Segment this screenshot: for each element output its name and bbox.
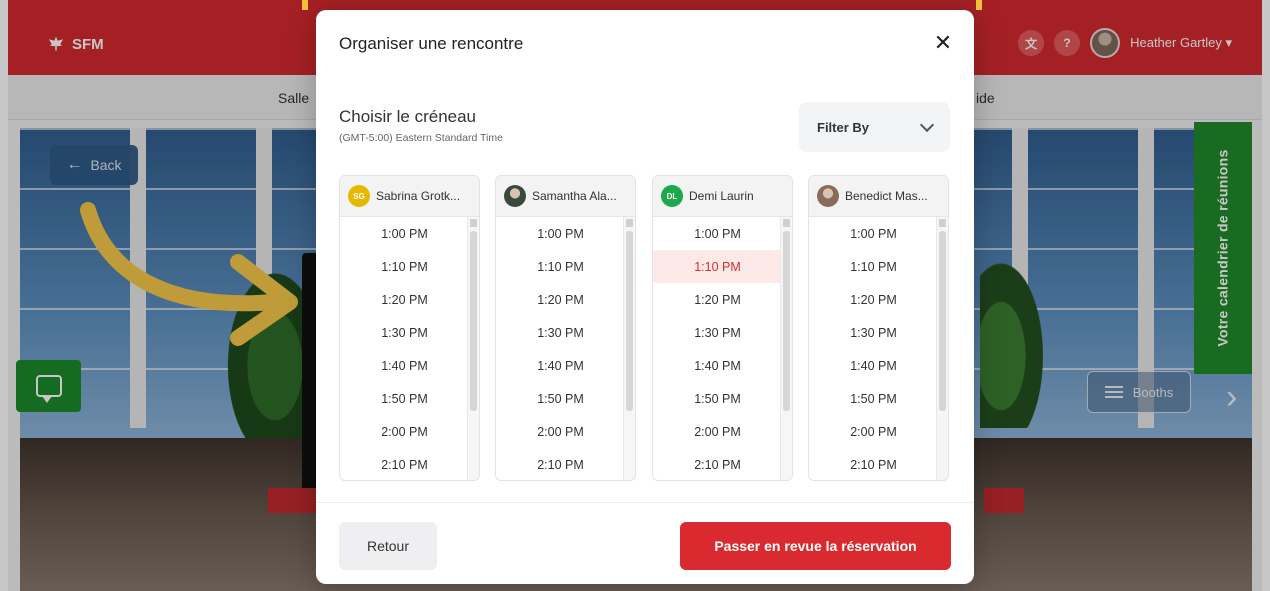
timezone-label: (GMT-5:00) Eastern Standard Time [339, 132, 503, 144]
time-slot[interactable]: 2:00 PM [653, 415, 782, 448]
scrollbar[interactable] [936, 217, 948, 480]
time-slot-list: 1:00 PM 1:10 PM 1:20 PM 1:30 PM 1:40 PM 1:50 … [340, 217, 469, 480]
scrollbar-thumb[interactable] [939, 231, 946, 411]
attendee-initials-badge: SG [348, 185, 370, 207]
attendee-header: Benedict Mas... [809, 176, 948, 217]
time-slot[interactable]: 1:40 PM [809, 349, 938, 382]
time-slot[interactable]: 1:40 PM [653, 349, 782, 382]
dialog-header: Organiser une rencontre ✕ [316, 10, 974, 76]
time-slot[interactable]: 1:20 PM [809, 283, 938, 316]
filter-dropdown[interactable]: Filter By [799, 102, 950, 152]
attendee-column: Samantha Ala... 1:00 PM 1:10 PM 1:20 PM 1:30… [495, 175, 636, 481]
time-slot[interactable]: 1:30 PM [809, 316, 938, 349]
scroll-up-icon[interactable] [783, 219, 790, 227]
scrollbar-thumb[interactable] [626, 231, 633, 411]
time-slot[interactable]: 1:00 PM [653, 217, 782, 250]
time-slot[interactable]: 1:10 PM [340, 250, 469, 283]
time-slot[interactable]: 2:00 PM [340, 415, 469, 448]
attendee-name: Sabrina Grotk... [376, 189, 461, 203]
attendee-name: Benedict Mas... [845, 189, 928, 203]
dialog-footer: Retour Passer en revue la réservation [316, 502, 974, 584]
avatar [504, 185, 526, 207]
time-slot[interactable]: 1:10 PM [653, 250, 782, 283]
time-slot[interactable]: 1:50 PM [809, 382, 938, 415]
scroll-up-icon[interactable] [470, 219, 477, 227]
time-slot[interactable]: 1:10 PM [496, 250, 625, 283]
dialog-title: Organiser une rencontre [339, 34, 524, 53]
time-slot[interactable]: 1:30 PM [340, 316, 469, 349]
time-slot[interactable]: 2:00 PM [496, 415, 625, 448]
time-slot-list: 1:00 PM 1:10 PM 1:20 PM 1:30 PM 1:40 PM 1:50 … [653, 217, 782, 480]
avatar [817, 185, 839, 207]
attendee-column: DL Demi Laurin 1:00 PM 1:10 PM 1:20 PM 1:30 P… [652, 175, 793, 481]
time-slot[interactable]: 1:00 PM [496, 217, 625, 250]
chevron-down-icon [919, 117, 935, 132]
time-slot[interactable]: 1:20 PM [653, 283, 782, 316]
time-slot-list: 1:00 PM 1:10 PM 1:20 PM 1:30 PM 1:40 PM 1:50 … [809, 217, 938, 480]
time-slot-list: 1:00 PM 1:10 PM 1:20 PM 1:30 PM 1:40 PM 1:50 … [496, 217, 625, 480]
attendee-header: Samantha Ala... [496, 176, 635, 217]
attendee-initials-badge: DL [661, 185, 683, 207]
time-slot[interactable]: 2:10 PM [496, 448, 625, 480]
attendee-name: Samantha Ala... [532, 189, 617, 203]
time-slot[interactable]: 1:00 PM [809, 217, 938, 250]
filter-label: Filter By [817, 119, 870, 135]
time-slot[interactable]: 1:30 PM [653, 316, 782, 349]
time-slot[interactable]: 1:50 PM [496, 382, 625, 415]
scrollbar-thumb[interactable] [783, 231, 790, 411]
scroll-up-icon[interactable] [939, 219, 946, 227]
scroll-up-icon[interactable] [626, 219, 633, 227]
time-slot[interactable]: 1:00 PM [340, 217, 469, 250]
section-title: Choisir le créneau [339, 107, 477, 126]
time-slot[interactable]: 1:50 PM [653, 382, 782, 415]
frame-edge [302, 0, 308, 10]
frame-edge [976, 0, 982, 10]
scrollbar[interactable] [780, 217, 792, 480]
review-booking-button[interactable]: Passer en revue la réservation [680, 522, 951, 570]
attendee-name: Demi Laurin [689, 189, 754, 203]
attendee-column: Benedict Mas... 1:00 PM 1:10 PM 1:20 PM 1:30… [808, 175, 949, 481]
time-slot[interactable]: 1:50 PM [340, 382, 469, 415]
scrollbar-thumb[interactable] [470, 231, 477, 411]
scrollbar[interactable] [623, 217, 635, 480]
time-slot[interactable]: 1:20 PM [496, 283, 625, 316]
close-icon[interactable]: ✕ [932, 32, 954, 54]
attendee-column: SG Sabrina Grotk... 1:00 PM 1:10 PM 1:20 PM 1… [339, 175, 480, 481]
back-button[interactable]: Retour [339, 522, 437, 570]
time-slot[interactable]: 1:30 PM [496, 316, 625, 349]
time-slot[interactable]: 1:40 PM [496, 349, 625, 382]
attendee-header: SG Sabrina Grotk... [340, 176, 479, 217]
time-slot[interactable]: 2:00 PM [809, 415, 938, 448]
scrollbar[interactable] [467, 217, 479, 480]
time-slot[interactable]: 1:20 PM [340, 283, 469, 316]
time-slot[interactable]: 2:10 PM [340, 448, 469, 480]
attendee-header: DL Demi Laurin [653, 176, 792, 217]
time-slot[interactable]: 1:40 PM [340, 349, 469, 382]
schedule-meeting-dialog: Organiser une rencontre ✕ Choisir le cré… [316, 10, 974, 584]
time-slot[interactable]: 1:10 PM [809, 250, 938, 283]
time-slot[interactable]: 2:10 PM [653, 448, 782, 480]
time-slot[interactable]: 2:10 PM [809, 448, 938, 480]
attendee-columns: SG Sabrina Grotk... 1:00 PM 1:10 PM 1:20 PM 1… [339, 175, 951, 481]
